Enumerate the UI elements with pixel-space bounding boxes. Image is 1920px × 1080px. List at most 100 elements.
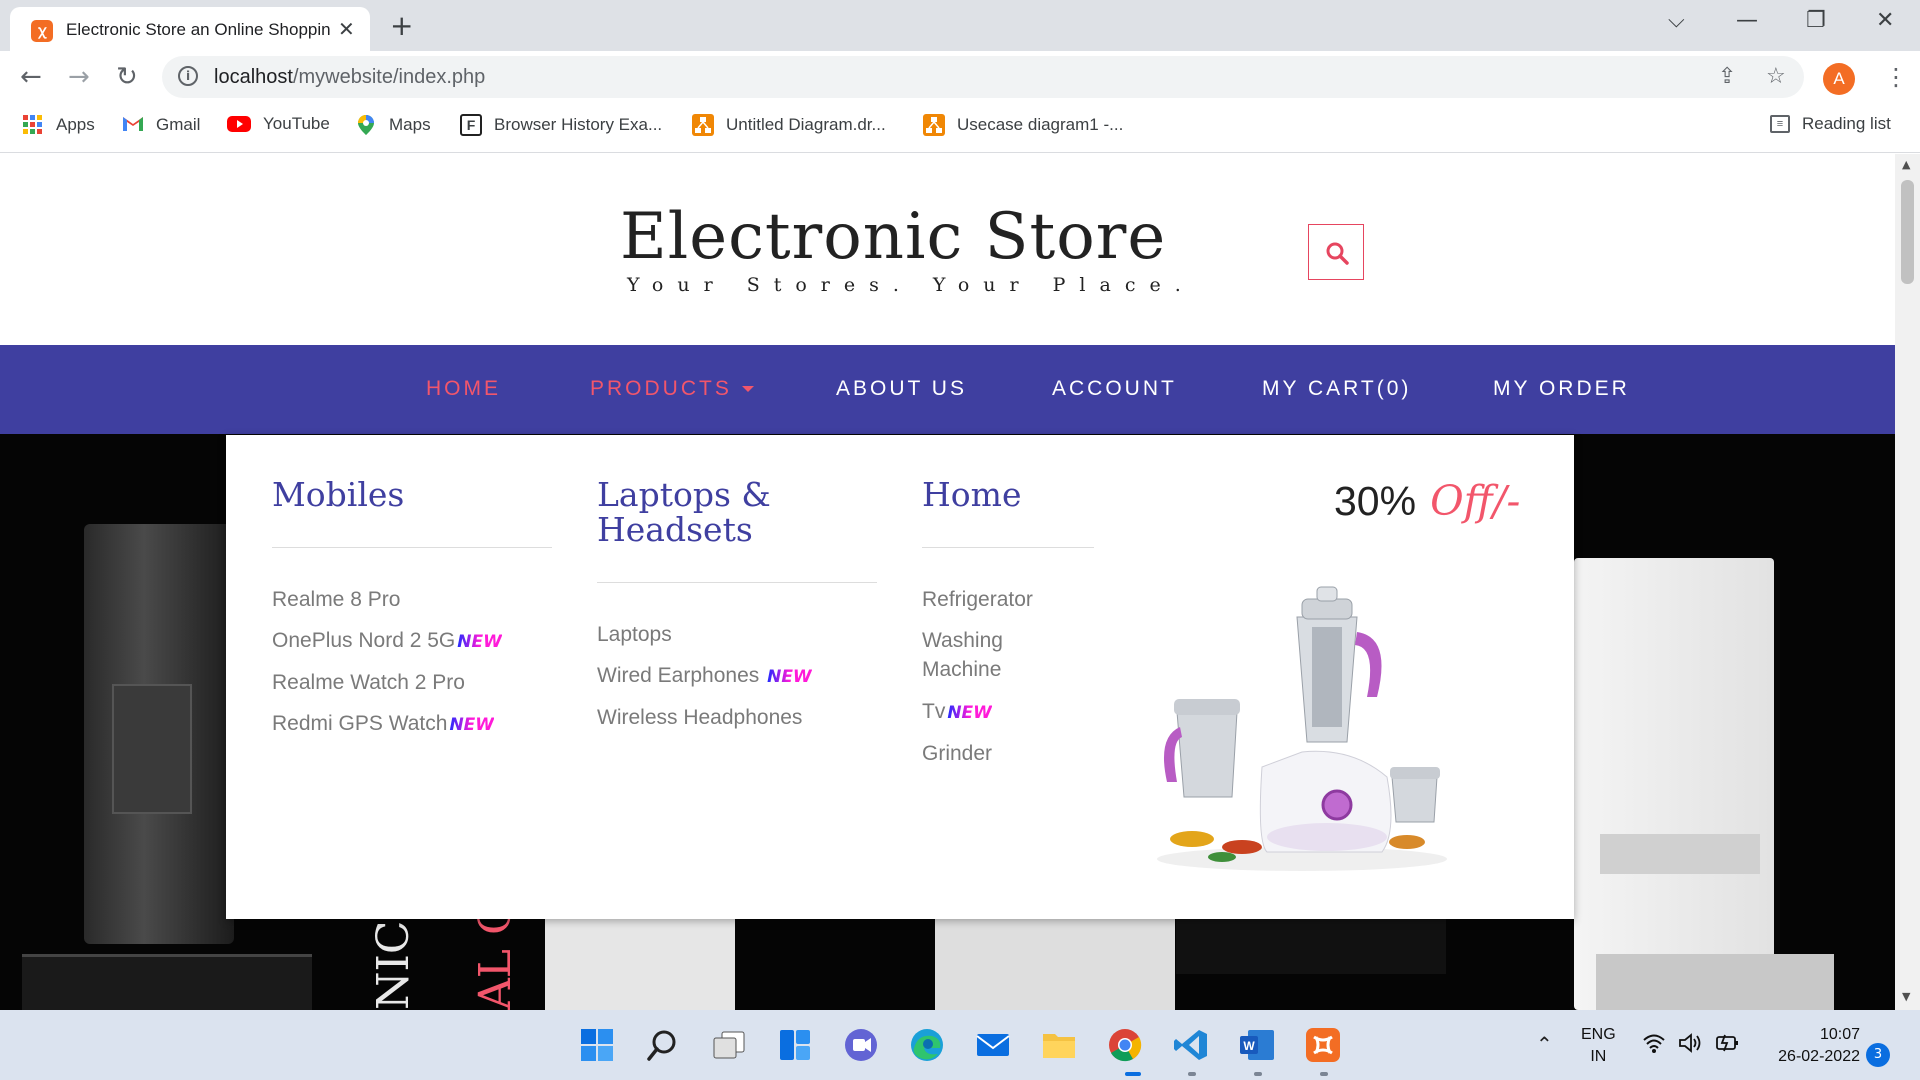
site-tagline: Your Stores. Your Place. <box>627 274 1195 296</box>
gas-stove-image <box>22 954 312 1010</box>
windows-start-icon[interactable] <box>578 1026 616 1064</box>
search-button[interactable] <box>1308 224 1364 280</box>
divider <box>597 582 877 583</box>
address-bar[interactable]: i localhost/mywebsite/index.php ⇪ ☆ <box>162 56 1804 98</box>
oven-image <box>545 904 735 1010</box>
url-text[interactable]: localhost/mywebsite/index.php <box>214 66 485 89</box>
menu-link[interactable]: Redmi GPS Watch NEW <box>272 709 494 740</box>
clock-date: 26-02-2022 <box>1778 1048 1860 1065</box>
menu-link[interactable]: Laptops <box>597 620 672 649</box>
new-badge: NEW <box>767 667 812 687</box>
widgets-icon[interactable] <box>776 1026 814 1064</box>
site-title[interactable]: Electronic Store <box>620 200 1166 274</box>
restore-icon[interactable]: ❐ <box>1806 8 1826 33</box>
scroll-down-arrow-icon[interactable]: ▼ <box>1902 990 1910 1003</box>
edge-icon[interactable] <box>908 1026 946 1064</box>
file-explorer-icon[interactable] <box>1040 1026 1078 1064</box>
menu-kebab-icon[interactable]: ⋮ <box>1884 63 1908 91</box>
notification-count-badge[interactable]: 3 <box>1866 1043 1890 1067</box>
nav-account[interactable]: ACCOUNT <box>1052 377 1177 401</box>
reload-icon[interactable]: ↻ <box>116 62 138 92</box>
language-indicator[interactable]: ENG IN <box>1581 1024 1616 1068</box>
nav-my-order[interactable]: MY ORDER <box>1493 377 1630 401</box>
link-text: Redmi GPS Watch <box>272 712 448 735</box>
word-icon[interactable]: W <box>1238 1026 1276 1064</box>
mixer-grinder-image[interactable] <box>1152 577 1452 877</box>
forward-arrow-icon[interactable]: → <box>68 62 90 92</box>
menu-link[interactable]: Wired Earphones NEW <box>597 661 812 692</box>
bookmark-untitled-diagram[interactable]: Untitled Diagram.dr... <box>692 114 886 136</box>
volume-icon[interactable] <box>1678 1032 1704 1054</box>
menu-link[interactable]: Realme Watch 2 Pro <box>272 668 465 697</box>
bookmark-maps[interactable]: Maps <box>355 114 431 136</box>
menu-link[interactable]: Grinder <box>922 739 992 768</box>
browser-toolbar: ← → ↻ i localhost/mywebsite/index.php ⇪ … <box>0 51 1920 103</box>
share-icon[interactable]: ⇪ <box>1718 64 1736 89</box>
heading-line: Laptops & <box>597 475 771 514</box>
close-tab-icon[interactable]: ✕ <box>338 17 355 41</box>
link-text: Realme 8 Pro <box>272 588 401 611</box>
close-window-icon[interactable]: ✕ <box>1876 8 1894 33</box>
tab-strip: ꭓ Electronic Store an Online Shopping ✕ … <box>0 0 1920 51</box>
reading-list-button[interactable]: ≡ Reading list <box>1770 114 1891 134</box>
nav-products[interactable]: PRODUCTS <box>590 377 754 401</box>
mail-icon[interactable] <box>974 1026 1012 1064</box>
dishwasher-image <box>1596 954 1834 1010</box>
new-badge: NEW <box>457 632 502 652</box>
page-scrollbar[interactable]: ▲ ▼ <box>1895 154 1920 1010</box>
menu-link[interactable]: Wireless Headphones <box>597 703 802 732</box>
scrollbar-thumb[interactable] <box>1901 180 1914 284</box>
link-text: Laptops <box>597 623 672 646</box>
tray-overflow-chevron-icon[interactable]: ⌃ <box>1536 1032 1553 1056</box>
nav-home[interactable]: HOME <box>426 377 501 401</box>
link-text: Wired Earphones <box>597 664 766 687</box>
teams-chat-icon[interactable] <box>842 1026 880 1064</box>
task-view-icon[interactable] <box>710 1026 748 1064</box>
link-text: Realme Watch 2 Pro <box>272 671 465 694</box>
tab-title: Electronic Store an Online Shopping <box>66 20 331 39</box>
search-icon[interactable] <box>644 1026 682 1064</box>
tab-search-chevron-icon[interactable]: ⌵ <box>1668 8 1685 33</box>
back-arrow-icon[interactable]: ← <box>20 62 42 92</box>
offer-percent: 30% <box>1334 478 1417 524</box>
battery-icon[interactable] <box>1714 1032 1740 1054</box>
divider <box>922 547 1094 548</box>
offer-banner[interactable]: 30% Off/- <box>1334 477 1520 525</box>
browser-tab[interactable]: ꭓ Electronic Store an Online Shopping ✕ <box>10 7 370 51</box>
menu-link[interactable]: Realme 8 Pro <box>272 585 400 614</box>
new-badge: NEW <box>449 715 495 735</box>
bookmark-label: Untitled Diagram.dr... <box>726 115 886 134</box>
gmail-icon <box>122 114 144 136</box>
menu-link[interactable]: Refrigerator <box>922 585 1033 614</box>
vscode-icon[interactable] <box>1172 1026 1210 1064</box>
bookmark-browser-history[interactable]: F Browser History Exa... <box>460 114 662 136</box>
menu-link[interactable]: OnePlus Nord 2 5G NEW <box>272 626 502 657</box>
link-text: Grinder <box>922 742 993 765</box>
new-tab-plus-icon[interactable]: + <box>390 9 413 42</box>
site-info-icon[interactable]: i <box>178 66 198 86</box>
xampp-icon[interactable] <box>1304 1026 1342 1064</box>
clock[interactable]: 10:07 26-02-2022 <box>1758 1024 1860 1068</box>
bookmark-usecase-diagram[interactable]: Usecase diagram1 -... <box>923 114 1123 136</box>
bookmark-star-icon[interactable]: ☆ <box>1766 64 1786 89</box>
menu-link[interactable]: Washing <box>922 626 1003 655</box>
lang-line-2: IN <box>1590 1048 1607 1065</box>
bookmark-apps[interactable]: Apps <box>22 114 95 136</box>
lang-line-1: ENG <box>1581 1026 1616 1043</box>
profile-avatar[interactable]: A <box>1823 63 1855 95</box>
wifi-icon[interactable] <box>1642 1032 1666 1054</box>
nav-my-cart[interactable]: MY CART(0) <box>1262 377 1411 401</box>
menu-link[interactable]: Machine <box>922 655 1001 684</box>
chrome-icon[interactable] <box>1106 1026 1144 1064</box>
bookmark-gmail[interactable]: Gmail <box>122 114 200 136</box>
heading-line: Home <box>922 475 1022 514</box>
nav-about-us[interactable]: ABOUT US <box>836 377 967 401</box>
bookmark-youtube[interactable]: YouTube <box>227 114 330 134</box>
bookmarks-bar: Apps Gmail YouTube Maps F Browser Histor… <box>0 103 1920 153</box>
scroll-up-arrow-icon[interactable]: ▲ <box>1902 158 1910 171</box>
youtube-icon <box>227 116 251 132</box>
menu-link[interactable]: Tv NEW <box>922 697 992 728</box>
drawio-icon <box>692 114 714 136</box>
minimize-icon[interactable]: — <box>1736 8 1758 33</box>
link-text: OnePlus Nord 2 5G <box>272 629 456 652</box>
